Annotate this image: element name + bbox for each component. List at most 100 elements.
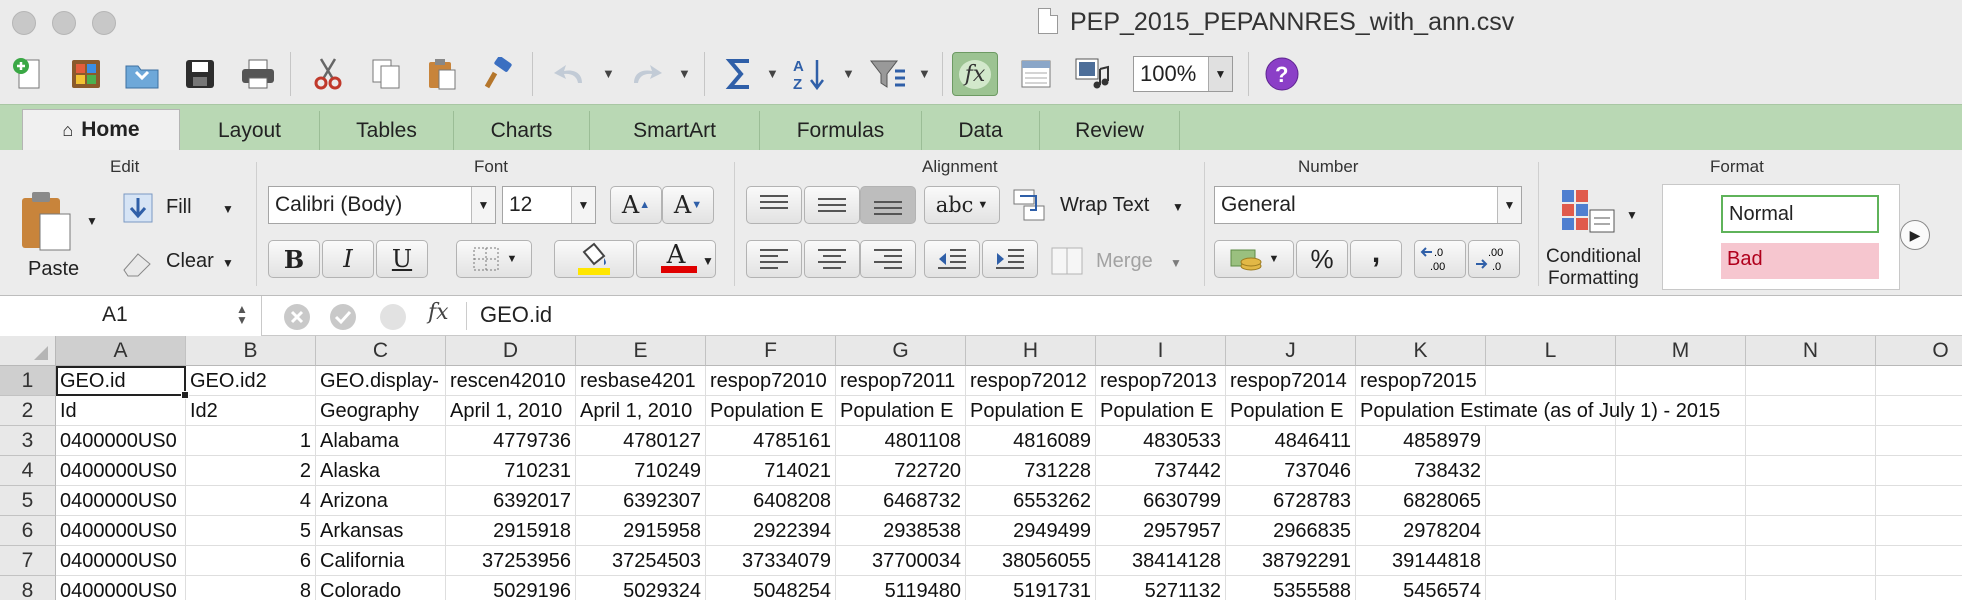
table-cell[interactable]: 2978204: [1356, 516, 1486, 546]
spreadsheet-grid[interactable]: A B C D E F G H I J K L M N O 1 GEO.id GEO.id2 GEO.display…: [0, 336, 1962, 600]
wrap-text-button[interactable]: Wrap Text ▼: [1012, 186, 1192, 224]
table-cell[interactable]: 2915958: [576, 516, 706, 546]
number-format-select[interactable]: General ▼: [1214, 186, 1522, 224]
table-cell[interactable]: April 1, 2010: [446, 396, 576, 426]
borders-button[interactable]: ▼: [456, 240, 532, 278]
table-cell[interactable]: 37334079: [706, 546, 836, 576]
table-cell[interactable]: 2966835: [1226, 516, 1356, 546]
table-cell[interactable]: California: [316, 546, 446, 576]
row-header[interactable]: 3: [0, 426, 56, 456]
row-header[interactable]: 5: [0, 486, 56, 516]
align-left-button[interactable]: [746, 240, 802, 278]
table-cell[interactable]: [1486, 426, 1616, 456]
table-cell[interactable]: respop72014: [1226, 366, 1356, 396]
bold-button[interactable]: B: [268, 240, 320, 278]
table-cell[interactable]: 5191731: [966, 576, 1096, 600]
text-orientation-button[interactable]: abc ▼: [924, 186, 1000, 224]
font-name-dropdown-icon[interactable]: ▼: [471, 187, 495, 223]
table-cell[interactable]: respop72011: [836, 366, 966, 396]
tab-data[interactable]: Data: [922, 111, 1040, 151]
zoom-select[interactable]: 100% ▼: [1133, 56, 1233, 92]
table-cell[interactable]: 6392017: [446, 486, 576, 516]
format-painter-icon[interactable]: [478, 54, 518, 94]
table-cell[interactable]: 4780127: [576, 426, 706, 456]
minimize-window-button[interactable]: [52, 11, 76, 35]
paste-button[interactable]: ▼ Paste: [14, 188, 100, 288]
style-normal[interactable]: Normal: [1721, 195, 1879, 233]
table-cell[interactable]: 737442: [1096, 456, 1226, 486]
table-cell[interactable]: Alaska: [316, 456, 446, 486]
close-window-button[interactable]: [12, 11, 36, 35]
tab-home[interactable]: ⌂ Home: [22, 109, 180, 151]
align-bottom-button[interactable]: [860, 186, 916, 224]
confirm-formula-icon[interactable]: [330, 304, 356, 330]
table-cell[interactable]: resbase4201: [576, 366, 706, 396]
table-cell[interactable]: [1876, 576, 1962, 600]
table-cell[interactable]: 6468732: [836, 486, 966, 516]
insert-function-icon[interactable]: fx: [428, 300, 449, 325]
table-cell[interactable]: 737046: [1226, 456, 1356, 486]
table-cell[interactable]: [1486, 366, 1616, 396]
borders-dropdown-icon[interactable]: ▼: [507, 253, 518, 265]
edit-formula-icon[interactable]: [380, 304, 406, 330]
table-cell[interactable]: 38414128: [1096, 546, 1226, 576]
templates-icon[interactable]: [66, 54, 106, 94]
wrap-text-dropdown-icon[interactable]: ▼: [1172, 200, 1184, 214]
shrink-font-button[interactable]: A ▼: [662, 186, 714, 224]
table-cell[interactable]: 0400000US0: [56, 546, 186, 576]
table-cell[interactable]: Colorado: [316, 576, 446, 600]
table-cell[interactable]: GEO.display-: [316, 366, 446, 396]
table-cell[interactable]: [1616, 456, 1746, 486]
cut-icon[interactable]: [308, 54, 348, 94]
table-cell[interactable]: 2922394: [706, 516, 836, 546]
paste-icon[interactable]: [422, 54, 462, 94]
table-cell[interactable]: [1746, 366, 1876, 396]
fill-handle[interactable]: [181, 391, 189, 399]
italic-button[interactable]: I: [322, 240, 374, 278]
font-name-select[interactable]: Calibri (Body) ▼: [268, 186, 496, 224]
table-cell[interactable]: Arizona: [316, 486, 446, 516]
table-cell[interactable]: 6553262: [966, 486, 1096, 516]
column-header-m[interactable]: M: [1616, 336, 1746, 366]
table-cell[interactable]: 6408208: [706, 486, 836, 516]
column-header-d[interactable]: D: [446, 336, 576, 366]
column-header-e[interactable]: E: [576, 336, 706, 366]
row-header[interactable]: 1: [0, 366, 56, 396]
table-cell[interactable]: [1876, 456, 1962, 486]
table-cell[interactable]: 4785161: [706, 426, 836, 456]
tab-layout[interactable]: Layout: [180, 111, 320, 151]
table-cell[interactable]: 4801108: [836, 426, 966, 456]
increase-decimal-button[interactable]: .0.00: [1414, 240, 1466, 278]
table-cell[interactable]: [1876, 546, 1962, 576]
open-folder-icon[interactable]: [122, 54, 162, 94]
increase-indent-button[interactable]: [982, 240, 1038, 278]
column-header-c[interactable]: C: [316, 336, 446, 366]
underline-button[interactable]: U: [376, 240, 428, 278]
table-cell[interactable]: 8: [186, 576, 316, 600]
media-browser-icon[interactable]: [1072, 54, 1112, 94]
table-cell[interactable]: 2957957: [1096, 516, 1226, 546]
table-cell[interactable]: 2: [186, 456, 316, 486]
print-icon[interactable]: [238, 54, 278, 94]
table-cell[interactable]: [1616, 426, 1746, 456]
table-cell[interactable]: Id: [56, 396, 186, 426]
table-cell[interactable]: GEO.id: [56, 366, 186, 396]
table-cell[interactable]: Geography: [316, 396, 446, 426]
table-cell[interactable]: [1486, 486, 1616, 516]
gallery-icon[interactable]: [1016, 54, 1056, 94]
conditional-formatting-button[interactable]: ▼ Conditional Formatting: [1544, 186, 1656, 292]
autosum-icon[interactable]: [720, 54, 760, 94]
row-header[interactable]: 6: [0, 516, 56, 546]
table-cell[interactable]: 722720: [836, 456, 966, 486]
font-size-select[interactable]: 12 ▼: [502, 186, 596, 224]
table-cell[interactable]: [1876, 366, 1962, 396]
table-cell[interactable]: [1486, 516, 1616, 546]
fill-button[interactable]: Fill ▼: [118, 190, 242, 228]
table-cell[interactable]: rescen42010: [446, 366, 576, 396]
table-cell[interactable]: 4858979: [1356, 426, 1486, 456]
table-cell[interactable]: Arkansas: [316, 516, 446, 546]
accounting-dropdown-icon[interactable]: ▼: [1269, 253, 1280, 265]
tab-charts[interactable]: Charts: [454, 111, 590, 151]
table-cell[interactable]: 4830533: [1096, 426, 1226, 456]
table-cell[interactable]: Population E: [836, 396, 966, 426]
